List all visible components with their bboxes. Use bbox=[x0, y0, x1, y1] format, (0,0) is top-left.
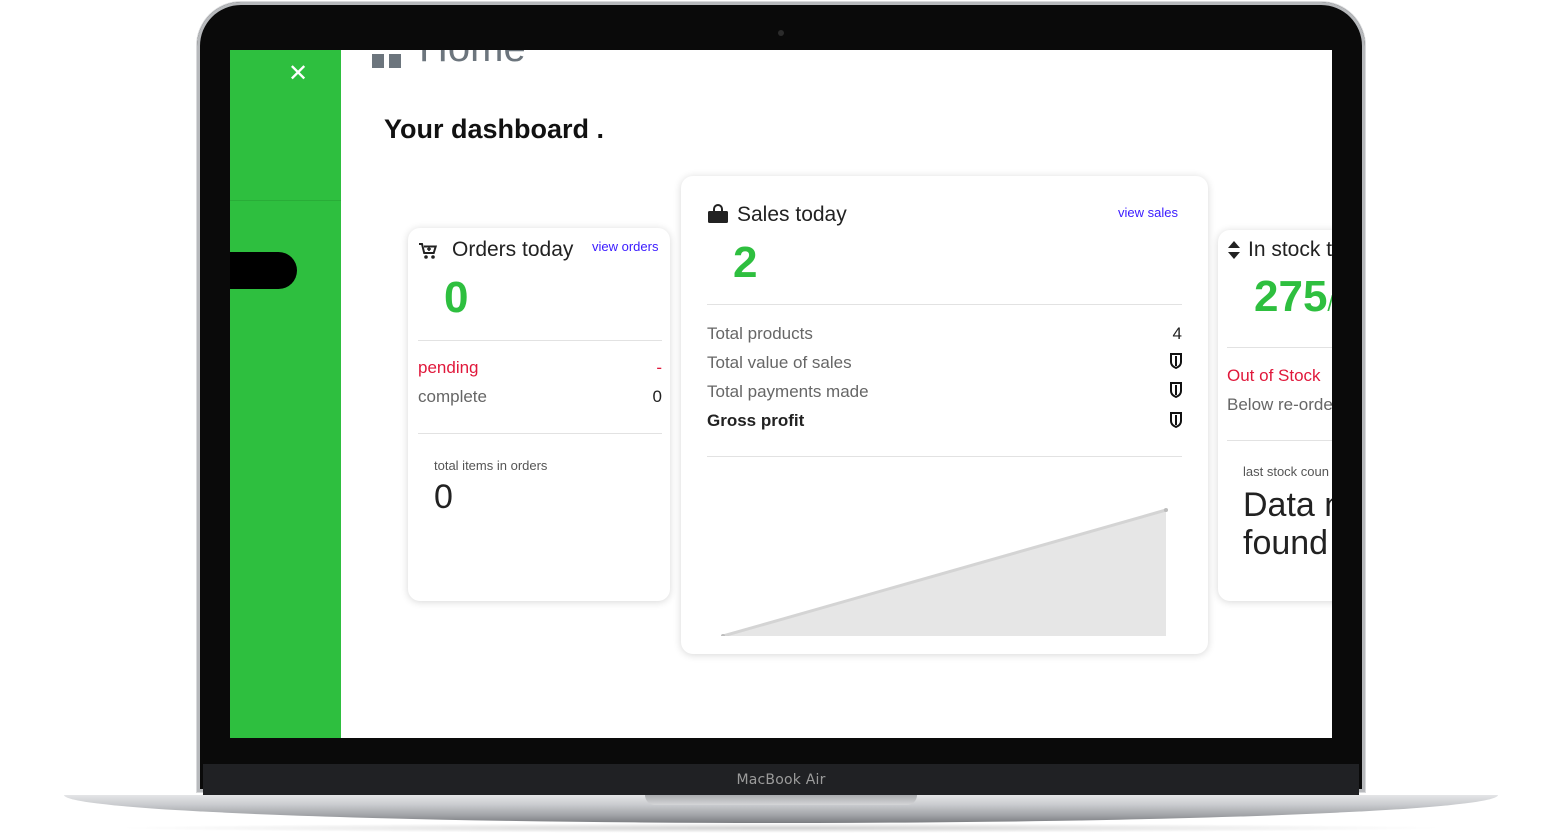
divider bbox=[1227, 347, 1332, 348]
stock-count-suffix: / bbox=[1327, 291, 1332, 316]
complete-value: 0 bbox=[652, 387, 662, 406]
total-products-value: 4 bbox=[1172, 324, 1182, 343]
out-of-stock-label: Out of Stock bbox=[1227, 366, 1321, 385]
pending-label: pending bbox=[418, 358, 479, 377]
divider bbox=[1227, 440, 1332, 441]
page-title-text: Home bbox=[419, 50, 526, 70]
currency-icon bbox=[1170, 353, 1182, 369]
cart-icon bbox=[419, 243, 438, 259]
chart-point bbox=[1164, 508, 1168, 512]
laptop-shadow bbox=[110, 823, 1452, 833]
close-icon[interactable]: ✕ bbox=[288, 62, 308, 86]
screen: ✕ Home Your dashboard . Orders today vie… bbox=[230, 50, 1332, 738]
currency-icon bbox=[1170, 382, 1182, 398]
orders-card-title: Orders today bbox=[452, 238, 574, 261]
no-data-message: Data n found bbox=[1243, 486, 1332, 562]
divider bbox=[707, 304, 1182, 305]
stock-count-value: 275 bbox=[1254, 272, 1328, 321]
total-value-label: Total value of sales bbox=[707, 353, 852, 372]
view-sales-link[interactable]: view sales bbox=[1118, 205, 1178, 220]
home-icon bbox=[372, 54, 401, 68]
gross-profit-label: Gross profit bbox=[707, 411, 805, 430]
sidebar: ✕ bbox=[230, 50, 341, 738]
dashboard-title: Your dashboard . bbox=[384, 114, 605, 144]
laptop-notch bbox=[645, 795, 917, 805]
divider bbox=[707, 456, 1182, 457]
pending-value: - bbox=[656, 358, 662, 377]
orders-card: Orders today view orders 0 pending - com… bbox=[408, 228, 670, 601]
sort-icon bbox=[1228, 241, 1240, 259]
divider bbox=[418, 433, 662, 434]
sales-card-title: Sales today bbox=[737, 203, 847, 226]
last-stock-count-label: last stock coun bbox=[1243, 464, 1329, 479]
view-orders-link[interactable]: view orders bbox=[592, 239, 658, 254]
total-payments-label: Total payments made bbox=[707, 382, 869, 401]
divider bbox=[418, 340, 662, 341]
total-items-value: 0 bbox=[434, 478, 453, 516]
sales-card: Sales today view sales 2 Total products … bbox=[681, 176, 1208, 654]
currency-icon bbox=[1170, 412, 1182, 428]
shopping-bag-icon bbox=[708, 204, 728, 223]
total-products-label: Total products bbox=[707, 324, 813, 343]
sidebar-divider bbox=[230, 200, 341, 201]
stock-card-title: In stock t bbox=[1248, 238, 1332, 261]
sidebar-active-item[interactable] bbox=[230, 252, 297, 289]
camera-icon bbox=[778, 30, 784, 36]
page-title: Home bbox=[372, 50, 526, 68]
sales-area-chart bbox=[721, 508, 1168, 636]
device-brand-label: MacBook Air bbox=[736, 772, 826, 788]
below-reorder-label: Below re-orde bbox=[1227, 395, 1332, 414]
sales-count: 2 bbox=[733, 238, 758, 287]
stock-count: 275/ bbox=[1254, 272, 1332, 322]
stock-card: In stock t 275/ Out of Stock Below re-or… bbox=[1218, 230, 1332, 601]
complete-label: complete bbox=[418, 387, 487, 406]
total-items-label: total items in orders bbox=[434, 458, 548, 473]
orders-count: 0 bbox=[444, 273, 469, 322]
